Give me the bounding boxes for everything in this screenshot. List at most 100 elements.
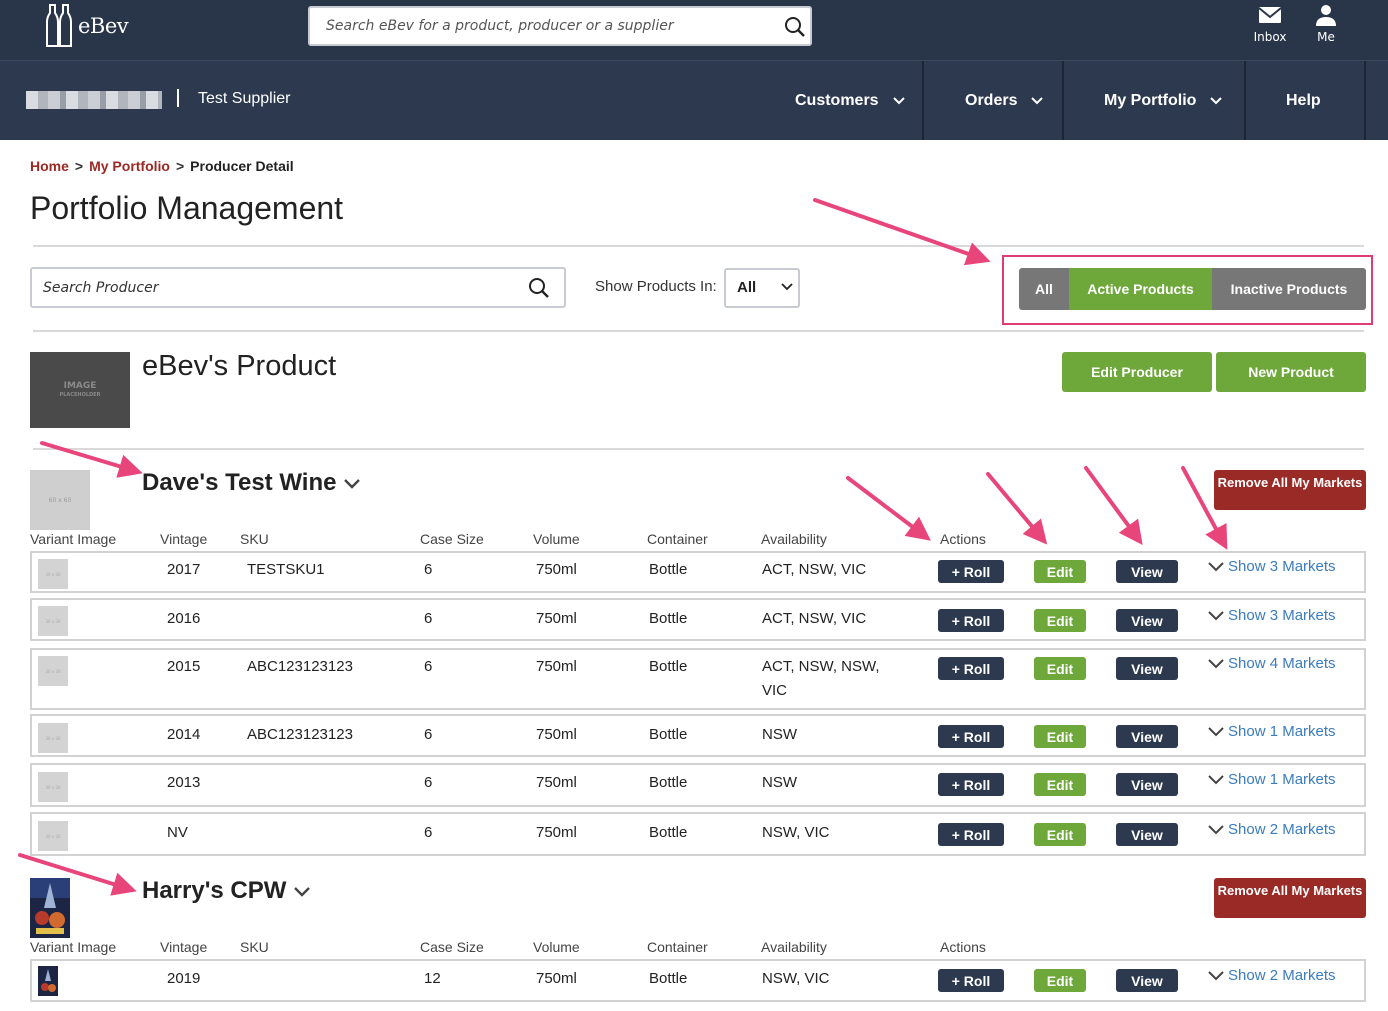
chevron-down-icon [1208,658,1224,668]
add-roll-button[interactable]: + Roll [938,725,1004,748]
show-markets-label: Show 1 Markets [1228,771,1336,788]
filter-inactive-button[interactable]: Inactive Products [1212,268,1366,310]
breadcrumb-home[interactable]: Home [30,158,69,174]
view-variant-button[interactable]: View [1116,725,1178,748]
nav-help[interactable]: Help [1286,61,1321,140]
edit-variant-button[interactable]: Edit [1034,725,1086,748]
producer-search-input[interactable] [32,269,502,306]
variant-container: Bottle [649,610,688,627]
global-search-box[interactable] [308,6,812,46]
add-roll-button[interactable]: + Roll [938,657,1004,680]
edit-variant-button[interactable]: Edit [1034,560,1086,583]
edit-variant-button[interactable]: Edit [1034,609,1086,632]
variant-row: 30 x 30 2013 6 750ml Bottle NSW + Roll E… [30,763,1366,807]
add-roll-button[interactable]: + Roll [938,560,1004,583]
show-markets-link[interactable]: Show 3 Markets [1208,607,1336,624]
variant-availability: NSW [762,774,797,791]
page-title: Portfolio Management [30,190,344,226]
nav-divider [1244,61,1246,140]
annotation-arrow [813,198,991,266]
search-icon[interactable] [528,277,550,299]
variant-thumbnail: 30 x 30 [38,559,68,589]
variant-thumbnail: 30 x 30 [38,772,68,802]
show-markets-link[interactable]: Show 1 Markets [1208,771,1336,788]
chevron-down-icon [1031,96,1044,104]
producer-search-box[interactable] [30,267,566,308]
nav-separator [177,89,179,107]
variant-row: 2019 12 750ml Bottle NSW, VIC + Roll Edi… [30,959,1366,1002]
envelope-icon [1258,7,1282,23]
col-volume: Volume [533,939,580,955]
col-variant-image: Variant Image [30,531,117,547]
variant-container: Bottle [649,726,688,743]
remove-all-markets-button[interactable]: Remove All My Markets [1214,878,1366,918]
breadcrumb-current: Producer Detail [190,158,294,174]
variant-availability: NSW, VIC [762,824,830,841]
edit-variant-button[interactable]: Edit [1034,823,1086,846]
new-product-button[interactable]: New Product [1216,352,1366,392]
show-markets-link[interactable]: Show 2 Markets [1208,967,1336,984]
ebev-logo[interactable]: eBev [44,3,129,49]
show-markets-link[interactable]: Show 2 Markets [1208,821,1336,838]
variant-vintage: 2017 [167,561,201,578]
view-variant-button[interactable]: View [1116,823,1178,846]
add-roll-button[interactable]: + Roll [938,823,1004,846]
variant-case-size: 6 [424,658,433,675]
add-roll-button[interactable]: + Roll [938,969,1004,992]
remove-all-markets-button[interactable]: Remove All My Markets [1214,470,1366,510]
edit-variant-button[interactable]: Edit [1034,969,1086,992]
show-markets-link[interactable]: Show 1 Markets [1208,723,1336,740]
search-icon[interactable] [784,16,806,38]
filter-all-button[interactable]: All [1019,268,1069,310]
variant-container: Bottle [649,561,688,578]
view-variant-button[interactable]: View [1116,969,1178,992]
variant-volume: 750ml [536,610,577,627]
show-markets-label: Show 4 Markets [1228,655,1336,672]
top-bar: eBev Inbox Me [0,0,1388,61]
col-container: Container [647,531,708,547]
nav-my-portfolio[interactable]: My Portfolio [1104,61,1223,140]
variant-row: 30 x 30 NV 6 750ml Bottle NSW, VIC + Rol… [30,812,1366,856]
product-name-toggle[interactable]: Dave's Test Wine [142,469,361,497]
variant-volume: 750ml [536,774,577,791]
variant-thumbnail: 30 x 30 [38,723,68,753]
chevron-down-icon [781,283,793,291]
edit-producer-button[interactable]: Edit Producer [1062,352,1212,392]
variant-availability: ACT, NSW, VIC [762,561,867,578]
divider [33,245,1364,247]
add-roll-button[interactable]: + Roll [938,773,1004,796]
edit-variant-button[interactable]: Edit [1034,657,1086,680]
inbox-button[interactable]: Inbox [1245,4,1295,44]
show-products-label: Show Products In: [595,278,717,295]
chevron-down-icon [1210,96,1223,104]
show-markets-label: Show 3 Markets [1228,558,1336,575]
view-variant-button[interactable]: View [1116,657,1178,680]
product-name: Harry's CPW [142,877,287,904]
global-search-input[interactable] [310,8,750,44]
show-markets-link[interactable]: Show 4 Markets [1208,655,1336,672]
show-products-select[interactable]: All [724,268,800,308]
nav-orders[interactable]: Orders [965,61,1044,140]
view-variant-button[interactable]: View [1116,560,1178,583]
add-roll-button[interactable]: + Roll [938,609,1004,632]
variant-availability: NSW, VIC [762,970,830,987]
show-markets-link[interactable]: Show 3 Markets [1208,558,1336,575]
breadcrumb-my-portfolio[interactable]: My Portfolio [89,158,170,174]
variant-container: Bottle [649,824,688,841]
col-vintage: Vintage [160,531,208,547]
chevron-down-icon [1208,561,1224,571]
nav-customers[interactable]: Customers [795,61,905,140]
me-button[interactable]: Me [1301,4,1351,44]
filter-active-button[interactable]: Active Products [1069,268,1212,310]
chevron-down-icon [1208,774,1224,784]
chevron-down-icon [294,887,311,897]
variant-case-size: 6 [424,561,433,578]
product-name-toggle[interactable]: Harry's CPW [142,877,311,905]
col-vintage: Vintage [160,939,208,955]
variant-volume: 750ml [536,824,577,841]
view-variant-button[interactable]: View [1116,609,1178,632]
edit-variant-button[interactable]: Edit [1034,773,1086,796]
view-variant-button[interactable]: View [1116,773,1178,796]
variant-container: Bottle [649,970,688,987]
producer-name: eBev's Product [142,350,337,382]
